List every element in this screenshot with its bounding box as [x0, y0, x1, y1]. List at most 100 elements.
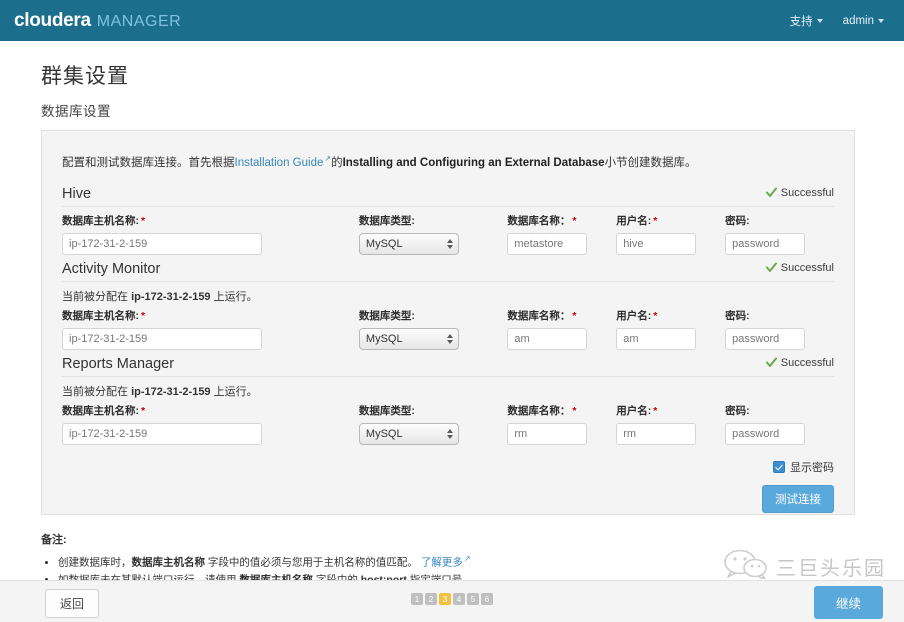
- section-header: Reports Manager Successful: [62, 356, 834, 378]
- section-title: Activity Monitor: [62, 261, 161, 278]
- field-username: 用户名: *: [616, 308, 725, 351]
- password-input[interactable]: [725, 423, 806, 446]
- arrow-down-icon: [446, 435, 453, 440]
- status-label: Successful: [780, 186, 834, 199]
- username-input[interactable]: [616, 423, 697, 446]
- database-name-input[interactable]: [507, 233, 588, 256]
- page-title: 群集设置: [41, 65, 129, 88]
- database-host-input[interactable]: [62, 328, 262, 351]
- field-label-text: 用户名:: [616, 405, 652, 418]
- step-1[interactable]: 1: [411, 593, 423, 605]
- watermark-overlay: 三巨头乐园: [723, 549, 886, 584]
- field-label-text: 数据库主机名称:: [62, 215, 139, 228]
- database-name-input[interactable]: [507, 328, 588, 351]
- database-type-value: MySQL: [358, 328, 459, 351]
- field-password: 密码:: [725, 308, 834, 351]
- field-password: 密码:: [725, 403, 834, 446]
- check-icon: [765, 187, 777, 198]
- password-input[interactable]: [725, 233, 806, 256]
- arrow-up-icon: [446, 239, 453, 244]
- field-database-type: 数据库类型: MySQL: [358, 308, 507, 351]
- required-marker: *: [572, 215, 577, 228]
- assignment-note: 当前被分配在 ip-172-31-2-159 上运行。: [62, 288, 834, 304]
- field-label: 密码:: [725, 215, 750, 228]
- user-menu[interactable]: admin: [843, 15, 884, 27]
- database-host-input[interactable]: [62, 233, 262, 256]
- field-label: 密码:: [725, 405, 750, 418]
- step-5[interactable]: 5: [467, 593, 479, 605]
- database-name-input[interactable]: [507, 423, 588, 446]
- field-label: 数据库类型:: [358, 215, 415, 228]
- continue-button[interactable]: 继续: [813, 586, 883, 619]
- field-label: 数据库名称： *: [507, 213, 616, 228]
- status-badge: Successful: [765, 186, 834, 199]
- note-host: ip-172-31-2-159: [131, 386, 211, 399]
- database-type-select[interactable]: MySQL: [358, 423, 459, 446]
- show-password-row[interactable]: 显示密码: [62, 459, 834, 475]
- arrow-up-icon: [446, 334, 453, 339]
- field-label-text: 数据库名称：: [507, 215, 571, 228]
- username-input[interactable]: [616, 328, 697, 351]
- step-6[interactable]: 6: [481, 593, 493, 605]
- status-label: Successful: [780, 356, 834, 369]
- note1-part-c: 字段中的值必须与您用于主机名称的值匹配。: [205, 556, 421, 569]
- support-menu[interactable]: 支持: [790, 13, 823, 29]
- field-label: 数据库名称： *: [507, 403, 616, 418]
- panel-description: 配置和测试数据库连接。首先根据Installation Guide↗的Insta…: [62, 153, 834, 172]
- database-host-input[interactable]: [62, 423, 262, 446]
- learn-more-link[interactable]: 了解更多: [421, 557, 463, 569]
- field-password: 密码:: [725, 213, 834, 256]
- field-label: 密码:: [725, 310, 750, 323]
- database-type-select[interactable]: MySQL: [358, 328, 459, 351]
- section-reports-manager: Reports Manager Successful 当前被分配在 ip-172…: [62, 356, 834, 446]
- database-type-value: MySQL: [358, 233, 459, 256]
- required-marker: *: [653, 405, 658, 418]
- desc-prefix: 配置和测试数据库连接。首先根据: [62, 156, 235, 169]
- notes-title: 备注:: [41, 534, 67, 546]
- section-hive: Hive Successful 数据库主机名称:* 数据库类型: MySQL: [62, 186, 834, 256]
- updown-arrows-icon: [446, 429, 453, 440]
- section-activity-monitor: Activity Monitor Successful 当前被分配在 ip-17…: [62, 261, 834, 351]
- back-button[interactable]: 返回: [45, 589, 100, 618]
- field-label: 用户名: *: [616, 403, 725, 418]
- note-host: ip-172-31-2-159: [131, 291, 211, 304]
- field-database-host: 数据库主机名称: *: [62, 213, 359, 256]
- installation-guide-link[interactable]: Installation Guide: [235, 157, 324, 169]
- field-username: 用户名: *: [616, 213, 725, 256]
- section-header: Hive Successful: [62, 186, 834, 208]
- arrow-down-icon: [446, 245, 453, 250]
- database-type-select[interactable]: MySQL: [358, 233, 459, 256]
- wizard-step-indicator: 1 2 3 4 5 6: [411, 593, 493, 605]
- step-3[interactable]: 3: [439, 593, 451, 605]
- field-database-type: 数据库类型: MySQL: [358, 213, 507, 256]
- field-label: 数据库名称： *: [507, 308, 616, 323]
- field-label-text: 数据库主机名称:: [62, 405, 139, 418]
- username-input[interactable]: [616, 233, 697, 256]
- field-row: 数据库主机名称:* 数据库类型: MySQL 数据库名称：*: [62, 213, 834, 256]
- section-title: Hive: [62, 186, 92, 203]
- external-link-icon: ↗: [463, 554, 471, 563]
- field-database-name: 数据库名称： *: [507, 308, 616, 351]
- required-marker: *: [572, 405, 577, 418]
- note1-part-a: 创建数据库时，: [58, 556, 132, 569]
- field-label: 用户名: *: [616, 308, 725, 323]
- required-marker: *: [141, 405, 146, 418]
- watermark-text: 三巨头乐园: [776, 556, 886, 580]
- status-badge: Successful: [765, 261, 834, 274]
- note-prefix: 当前被分配在: [62, 291, 132, 304]
- field-database-name: 数据库名称： *: [507, 213, 616, 256]
- page-subtitle: 数据库设置: [41, 104, 111, 119]
- step-4[interactable]: 4: [453, 593, 465, 605]
- field-label: 用户名: *: [616, 213, 725, 228]
- step-2[interactable]: 2: [425, 593, 437, 605]
- test-connection-button[interactable]: 测试连接: [762, 485, 834, 514]
- chevron-down-icon: [816, 18, 823, 23]
- top-navigation-right: 支持 admin: [790, 13, 890, 29]
- password-input[interactable]: [725, 328, 806, 351]
- cloudera-manager-logo[interactable]: cloudera MANAGER: [14, 10, 181, 32]
- note-suffix: 上运行。: [210, 291, 258, 304]
- status-label: Successful: [780, 261, 834, 274]
- desc-bold: Installing and Configuring an External D…: [342, 156, 605, 169]
- updown-arrows-icon: [446, 334, 453, 345]
- show-password-checkbox[interactable]: [773, 461, 785, 474]
